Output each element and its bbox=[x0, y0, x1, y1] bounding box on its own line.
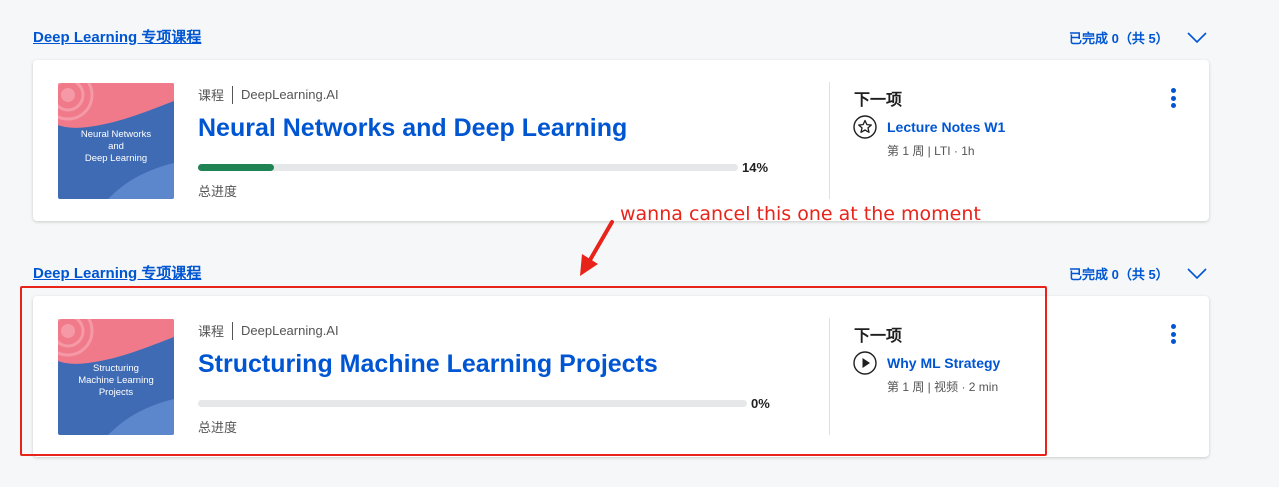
play-icon bbox=[853, 351, 877, 375]
content-type-label: 课程 bbox=[198, 88, 225, 103]
next-item-link[interactable]: Lecture Notes W1 bbox=[887, 119, 1005, 135]
thumb-line: Neural Networks bbox=[80, 129, 152, 140]
next-item-heading: 下一项 bbox=[854, 328, 903, 345]
progress-fill bbox=[198, 164, 274, 171]
content-type-label: 课程 bbox=[198, 324, 225, 339]
course-title[interactable]: Structuring Machine Learning Projects bbox=[198, 350, 658, 379]
more-options-icon[interactable] bbox=[1166, 88, 1180, 110]
progress-bar bbox=[198, 400, 747, 407]
chevron-down-icon[interactable] bbox=[1187, 267, 1207, 280]
completion-status: 已完成 0（共 5） bbox=[1069, 31, 1169, 46]
next-item-meta: 第 1 周 | 视频 · 2 min bbox=[887, 380, 999, 394]
progress-percent: 14% bbox=[742, 160, 769, 175]
completion-toggle[interactable]: 已完成 0（共 5） bbox=[1069, 264, 1207, 283]
divider bbox=[829, 82, 830, 199]
course-title[interactable]: Neural Networks and Deep Learning bbox=[198, 114, 627, 143]
star-icon bbox=[853, 115, 877, 139]
thumb-line: and bbox=[108, 141, 124, 152]
course-thumbnail[interactable]: Neural Networks and Deep Learning bbox=[58, 83, 174, 199]
thumb-line: Machine Learning bbox=[78, 375, 154, 386]
next-item-link[interactable]: Why ML Strategy bbox=[887, 355, 1000, 371]
progress-bar bbox=[198, 164, 738, 171]
meta-divider bbox=[232, 321, 234, 340]
completion-toggle[interactable]: 已完成 0（共 5） bbox=[1069, 28, 1207, 47]
specialization-link[interactable]: Deep Learning 专项课程 bbox=[33, 262, 201, 283]
thumb-line: Structuring bbox=[93, 363, 139, 374]
partner-name: DeepLearning.AI bbox=[241, 87, 339, 102]
course-thumbnail[interactable]: Structuring Machine Learning Projects bbox=[58, 319, 174, 435]
course-meta: 课程 DeepLearning.AI bbox=[198, 85, 339, 104]
annotation-text: wanna cancel this one at the moment bbox=[620, 203, 981, 225]
course-meta: 课程 DeepLearning.AI bbox=[198, 321, 339, 340]
specialization-link[interactable]: Deep Learning 专项课程 bbox=[33, 26, 201, 47]
course-card: Neural Networks and Deep Learning 课程 Dee… bbox=[33, 60, 1209, 221]
chevron-down-icon[interactable] bbox=[1187, 31, 1207, 44]
divider bbox=[829, 318, 830, 435]
more-options-icon[interactable] bbox=[1166, 324, 1180, 346]
annotation-arrow-icon bbox=[580, 220, 614, 276]
next-item-heading: 下一项 bbox=[854, 92, 903, 109]
partner-name: DeepLearning.AI bbox=[241, 323, 339, 338]
thumb-line: Deep Learning bbox=[84, 153, 148, 164]
next-item-meta: 第 1 周 | LTI · 1h bbox=[887, 144, 975, 158]
thumb-line: Projects bbox=[98, 387, 134, 398]
progress-label: 总进度 bbox=[198, 420, 238, 435]
meta-divider bbox=[232, 85, 234, 104]
progress-label: 总进度 bbox=[198, 184, 238, 199]
progress-percent: 0% bbox=[751, 396, 770, 411]
course-card: Structuring Machine Learning Projects 课程… bbox=[33, 296, 1209, 457]
completion-status: 已完成 0（共 5） bbox=[1069, 267, 1169, 282]
